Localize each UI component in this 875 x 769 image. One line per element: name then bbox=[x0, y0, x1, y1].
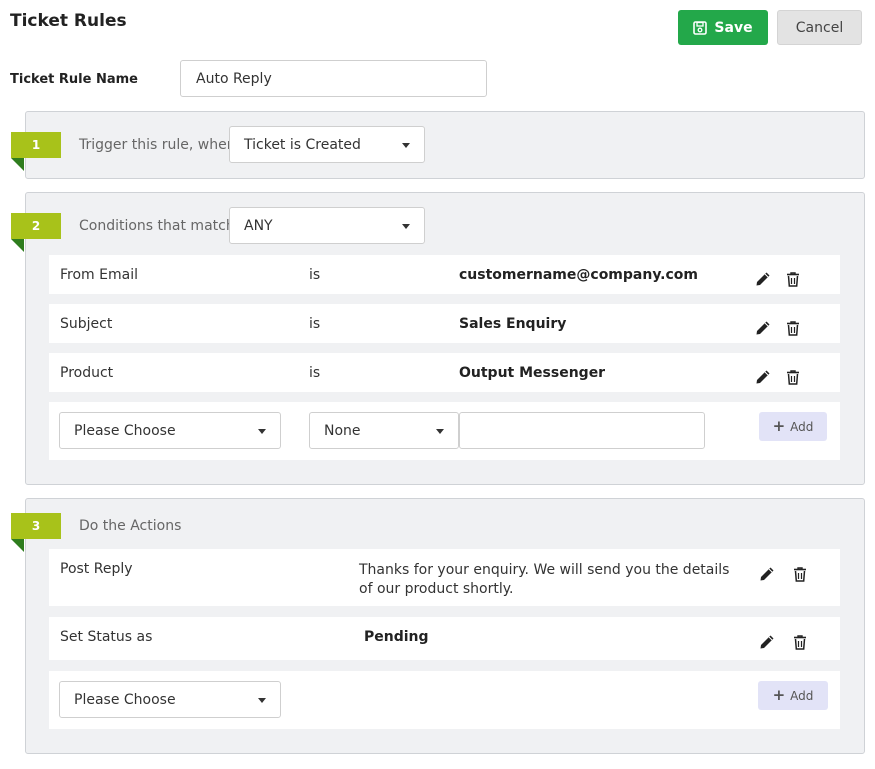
action-select-value: Please Choose bbox=[74, 691, 176, 708]
conditions-label: Conditions that match bbox=[79, 218, 235, 234]
condition-field: From Email bbox=[60, 267, 138, 283]
new-condition-row: Please Choose None + Add bbox=[49, 402, 840, 460]
condition-row: Subject is Sales Enquiry bbox=[49, 304, 840, 343]
step-badge-3: 3 bbox=[11, 513, 61, 539]
condition-operator-select[interactable]: None bbox=[309, 412, 459, 449]
plus-icon: + bbox=[772, 686, 786, 704]
trigger-select[interactable]: Ticket is Created bbox=[229, 126, 425, 163]
add-action-button[interactable]: + Add bbox=[758, 681, 828, 710]
condition-row: From Email is customername@company.com bbox=[49, 255, 840, 294]
step-badge-2: 2 bbox=[11, 213, 61, 239]
action-row: Set Status as Pending bbox=[49, 617, 840, 660]
pencil-icon[interactable] bbox=[755, 369, 771, 385]
rule-name-label: Ticket Rule Name bbox=[10, 72, 138, 87]
action-value: Pending bbox=[364, 629, 429, 645]
condition-operator: is bbox=[309, 316, 321, 332]
step-badge-1: 1 bbox=[11, 132, 61, 158]
caret-down-icon bbox=[402, 143, 410, 148]
cancel-button[interactable]: Cancel bbox=[777, 10, 862, 45]
condition-value: Sales Enquiry bbox=[459, 316, 567, 332]
action-row: Post Reply Thanks for your enquiry. We w… bbox=[49, 549, 840, 606]
caret-down-icon bbox=[436, 429, 444, 434]
new-action-row: Please Choose + Add bbox=[49, 671, 840, 729]
trash-icon[interactable] bbox=[785, 320, 801, 336]
pencil-icon[interactable] bbox=[759, 566, 775, 582]
plus-icon: + bbox=[772, 417, 786, 435]
pencil-icon[interactable] bbox=[755, 271, 771, 287]
step-badge-fold bbox=[11, 239, 24, 252]
caret-down-icon bbox=[402, 224, 410, 229]
trash-icon[interactable] bbox=[792, 634, 808, 650]
condition-field-select[interactable]: Please Choose bbox=[59, 412, 281, 449]
page-title: Ticket Rules bbox=[10, 11, 127, 31]
add-condition-label: Add bbox=[790, 419, 814, 434]
condition-field-select-value: Please Choose bbox=[74, 422, 176, 439]
action-type: Post Reply bbox=[60, 561, 133, 577]
condition-operator-select-value: None bbox=[324, 422, 361, 439]
step-badge-fold bbox=[11, 539, 24, 552]
floppy-disk-icon bbox=[693, 20, 708, 35]
condition-value: Output Messenger bbox=[459, 365, 606, 381]
condition-field: Product bbox=[60, 365, 114, 381]
condition-operator: is bbox=[309, 267, 321, 283]
trigger-label: Trigger this rule, when bbox=[79, 137, 236, 153]
action-select[interactable]: Please Choose bbox=[59, 681, 281, 718]
trash-icon[interactable] bbox=[792, 566, 808, 582]
caret-down-icon bbox=[258, 429, 266, 434]
condition-value-input[interactable] bbox=[459, 412, 705, 449]
pencil-icon[interactable] bbox=[759, 634, 775, 650]
pencil-icon[interactable] bbox=[755, 320, 771, 336]
rule-name-input[interactable]: Auto Reply bbox=[180, 60, 487, 97]
action-type: Set Status as bbox=[60, 629, 153, 645]
condition-operator: is bbox=[309, 365, 321, 381]
step-badge-fold bbox=[11, 158, 24, 171]
condition-field: Subject bbox=[60, 316, 113, 332]
add-action-label: Add bbox=[790, 688, 814, 703]
actions-label: Do the Actions bbox=[79, 518, 182, 534]
trigger-select-value: Ticket is Created bbox=[244, 136, 361, 153]
condition-row: Product is Output Messenger bbox=[49, 353, 840, 392]
add-condition-button[interactable]: + Add bbox=[759, 412, 827, 441]
action-value: Thanks for your enquiry. We will send yo… bbox=[359, 562, 730, 597]
match-select[interactable]: ANY bbox=[229, 207, 425, 244]
condition-value: customername@company.com bbox=[459, 267, 698, 283]
match-select-value: ANY bbox=[244, 217, 273, 234]
trash-icon[interactable] bbox=[785, 369, 801, 385]
save-button[interactable]: Save bbox=[678, 10, 768, 45]
save-button-label: Save bbox=[714, 19, 753, 36]
trash-icon[interactable] bbox=[785, 271, 801, 287]
caret-down-icon bbox=[258, 698, 266, 703]
